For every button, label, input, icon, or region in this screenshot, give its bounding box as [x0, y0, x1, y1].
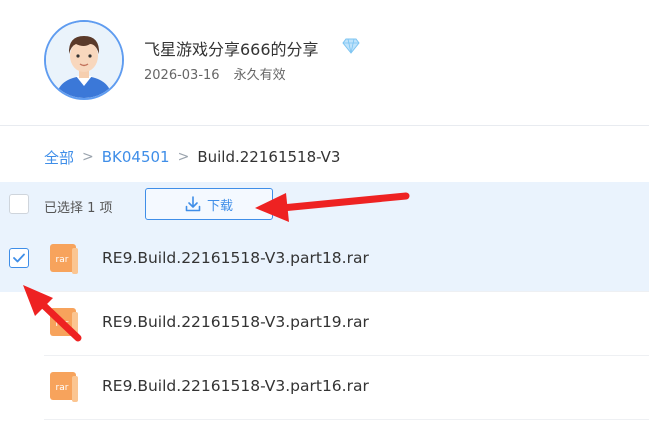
- avatar[interactable]: [44, 20, 124, 100]
- breadcrumb-root[interactable]: 全部: [44, 147, 74, 168]
- download-icon: [185, 196, 201, 212]
- rar-file-icon: rar: [50, 244, 78, 274]
- share-header: 飞星游戏分享666的分享 2026-03-16 永久有效: [0, 0, 649, 126]
- svg-text:rar: rar: [56, 383, 69, 393]
- selection-toolbar: 已选择 1 项 下载: [0, 182, 649, 228]
- file-row[interactable]: rar RE9.Build.22161518-V3.part19.rar: [0, 292, 649, 356]
- file-name[interactable]: RE9.Build.22161518-V3.part18.rar: [102, 249, 369, 267]
- file-row[interactable]: rar RE9.Build.22161518-V3.part16.rar: [0, 356, 649, 420]
- svg-text:rar: rar: [56, 319, 69, 329]
- breadcrumb-separator: >: [82, 149, 94, 165]
- check-icon: [13, 253, 25, 263]
- breadcrumb-current: Build.22161518-V3: [197, 148, 341, 166]
- row-divider: [44, 419, 649, 420]
- user-avatar-icon: [46, 22, 122, 98]
- share-date: 2026-03-16: [144, 68, 220, 83]
- share-title: 飞星游戏分享666的分享: [144, 40, 319, 59]
- svg-text:rar: rar: [56, 255, 69, 265]
- rar-file-icon: rar: [50, 308, 78, 338]
- breadcrumb: 全部 > BK04501 > Build.22161518-V3: [44, 146, 340, 168]
- file-name[interactable]: RE9.Build.22161518-V3.part19.rar: [102, 313, 369, 331]
- share-meta: 2026-03-16 永久有效: [144, 64, 286, 83]
- selected-count: 已选择 1 项: [44, 201, 113, 216]
- breadcrumb-separator: >: [177, 149, 190, 165]
- rar-file-icon: rar: [50, 372, 78, 402]
- select-all-checkbox[interactable]: [9, 194, 29, 214]
- breadcrumb-folder[interactable]: BK04501: [102, 148, 170, 166]
- share-validity: 永久有效: [233, 68, 286, 83]
- download-button[interactable]: 下载: [145, 188, 273, 220]
- file-row[interactable]: rar RE9.Build.22161518-V3.part18.rar: [0, 228, 649, 292]
- diamond-icon: [342, 38, 360, 54]
- download-label: 下载: [206, 198, 233, 214]
- file-checkbox[interactable]: [9, 248, 29, 268]
- file-name[interactable]: RE9.Build.22161518-V3.part16.rar: [102, 377, 369, 395]
